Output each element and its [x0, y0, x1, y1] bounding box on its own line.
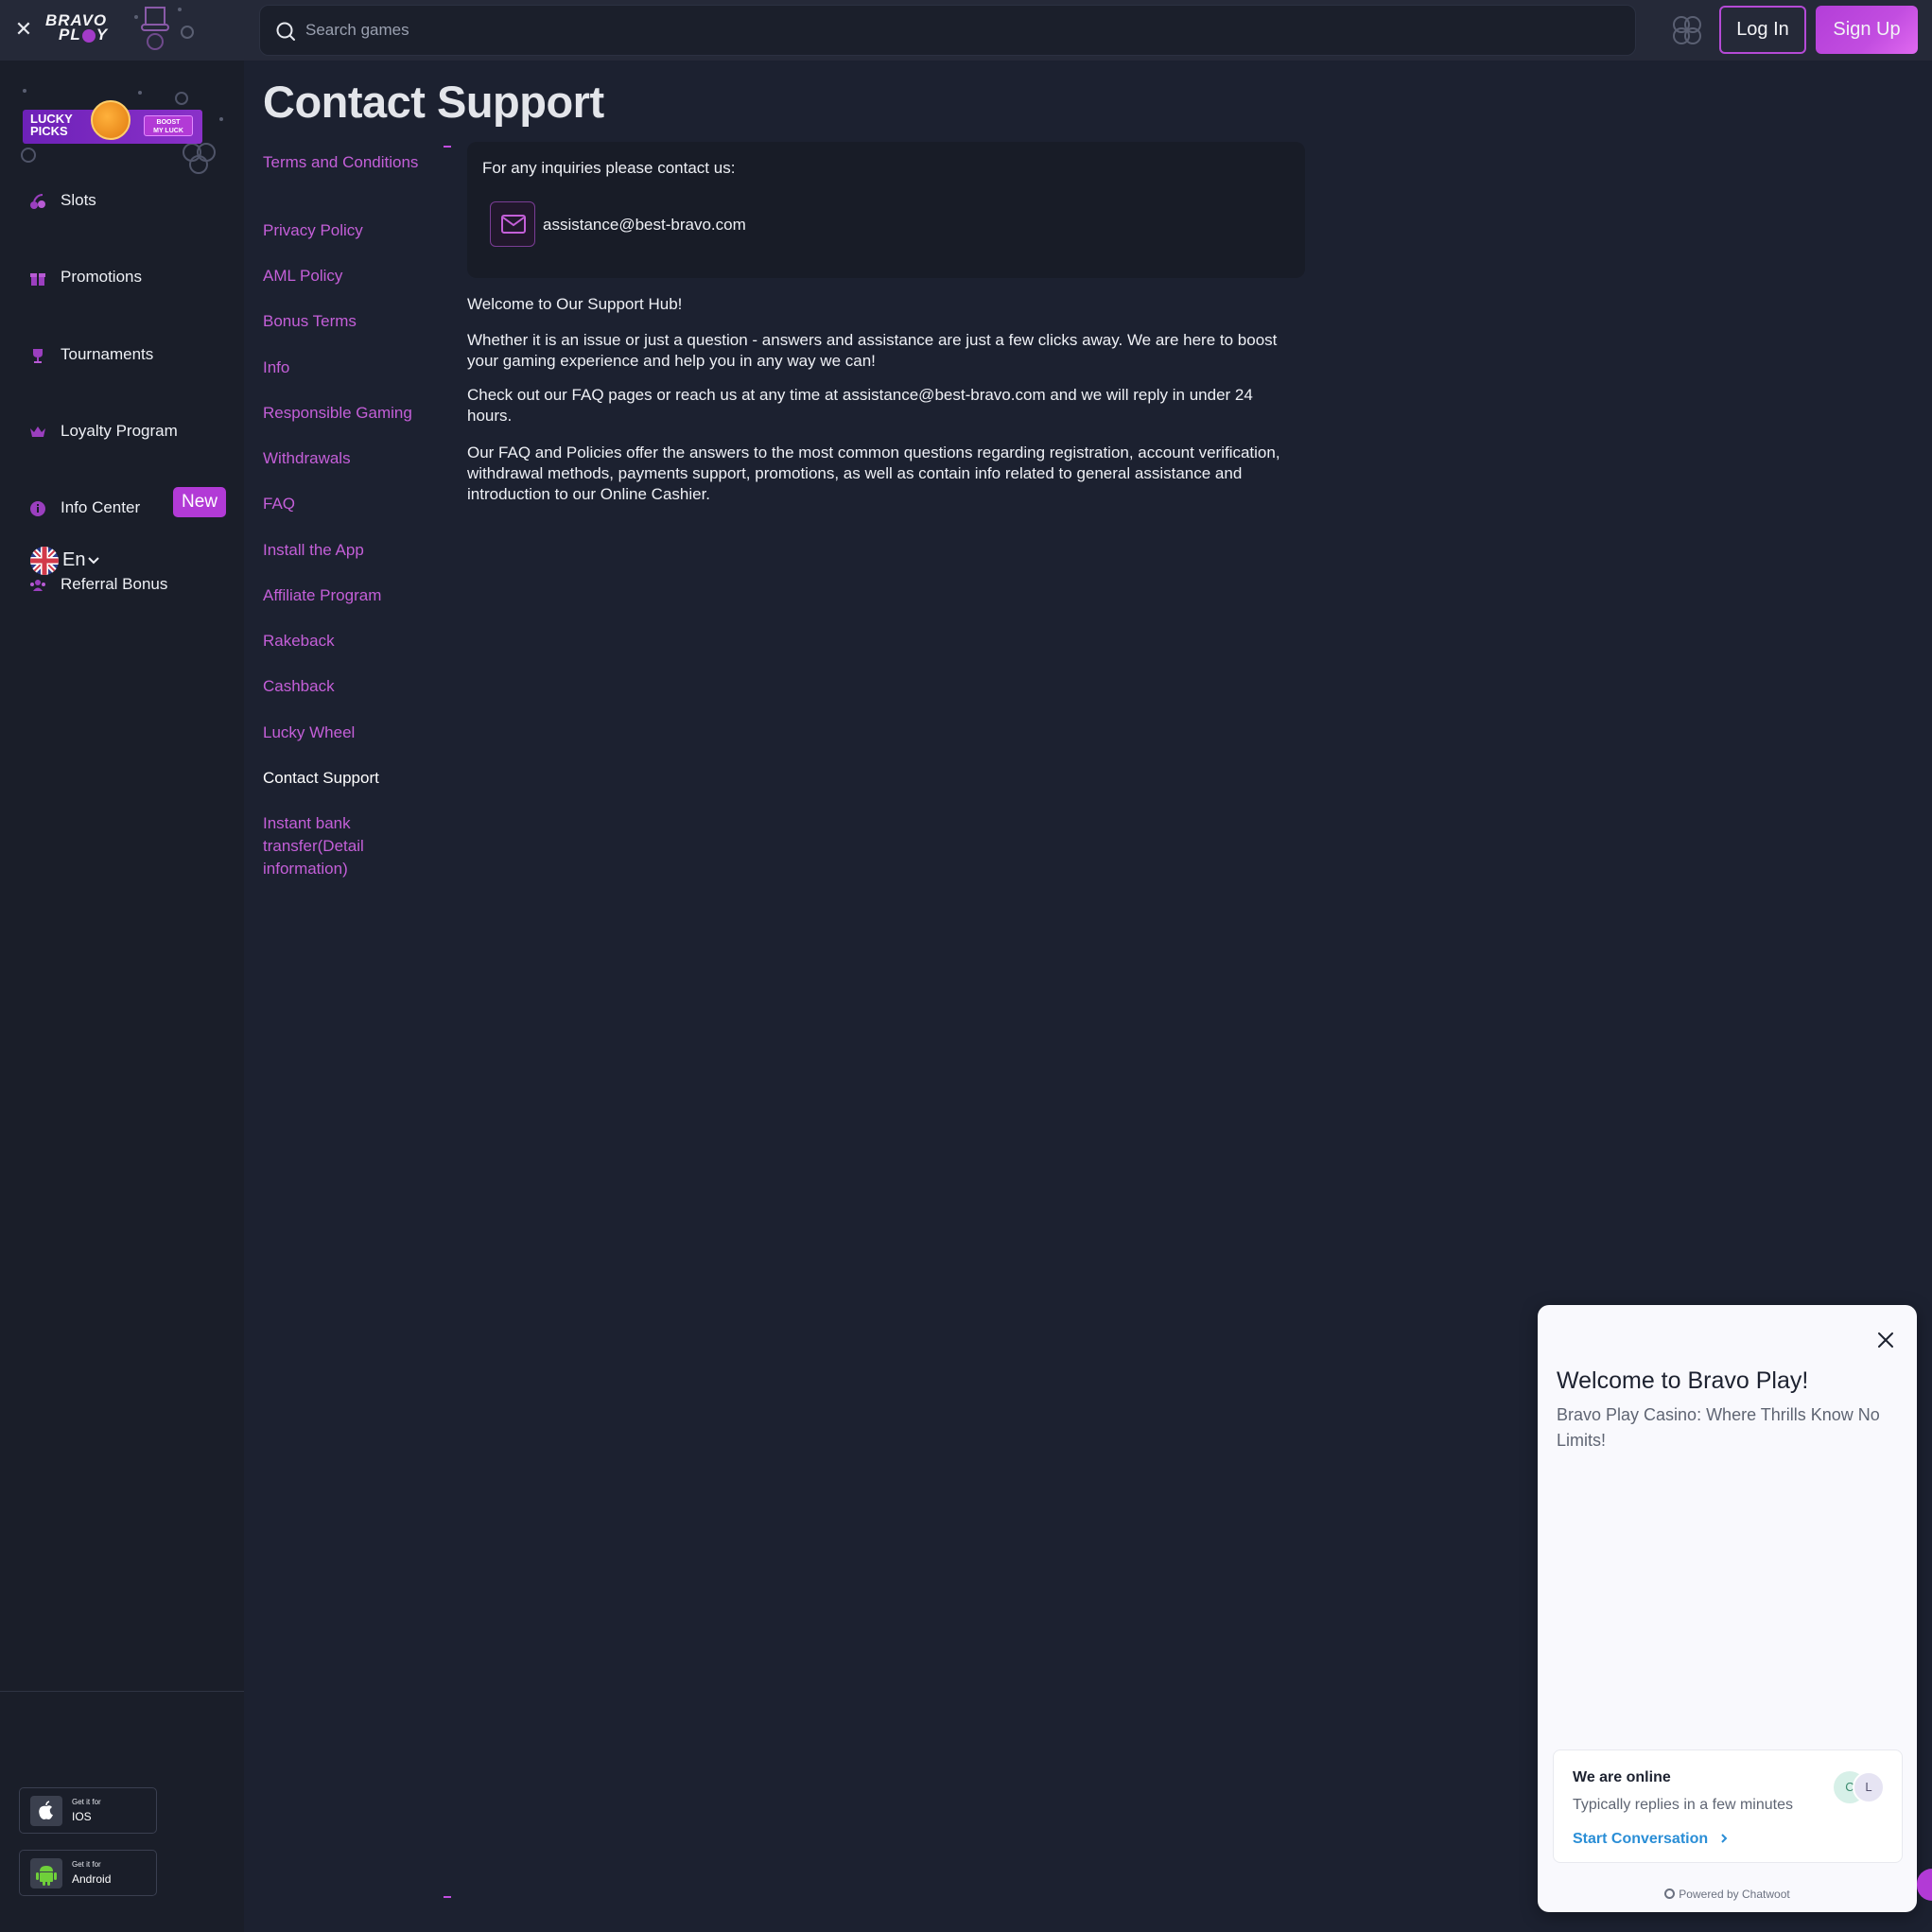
chevron-down-icon [88, 557, 99, 565]
online-status-subtitle: Typically replies in a few minutes [1573, 1797, 1793, 1813]
logo-line2-a: PL [59, 26, 81, 44]
language-label: En [62, 549, 86, 570]
chatwoot-logo-icon [1664, 1888, 1676, 1899]
sidebar-item-slots[interactable]: Slots [0, 178, 244, 225]
powered-by-label: Powered by Chatwoot [1679, 1888, 1790, 1901]
sidebar: LUCKY PICKS BOOST MY LUCK Slots Promotio… [0, 61, 244, 1932]
contact-email-link[interactable]: assistance@best-bravo.com [543, 216, 746, 235]
store-big-label: IOS [72, 1810, 92, 1823]
store-small-label: Get it for [72, 1798, 101, 1806]
policy-link-bonus-terms[interactable]: Bonus Terms [263, 310, 433, 333]
trophy-icon [33, 349, 43, 363]
sidebar-divider [0, 1691, 244, 1692]
policy-link-withdrawals[interactable]: Withdrawals [263, 447, 433, 470]
gift-icon [30, 273, 45, 286]
sidebar-item-label: Tournaments [61, 345, 154, 363]
sidebar-item-label: Referral Bonus [61, 575, 168, 593]
start-conversation-button[interactable]: Start Conversation [1573, 1831, 1730, 1848]
sidebar-item-label: Slots [61, 191, 96, 209]
android-icon [30, 1858, 62, 1888]
lucky-picks-banner[interactable]: LUCKY PICKS BOOST MY LUCK [8, 72, 235, 176]
policy-link-privacy[interactable]: Privacy Policy [263, 219, 433, 242]
scroll-marker-bottom [444, 1896, 451, 1898]
mail-icon-box [490, 201, 535, 247]
sidebar-item-promotions[interactable]: Promotions [0, 254, 244, 302]
sidebar-item-tournaments[interactable]: Tournaments [0, 332, 244, 379]
boost-my-luck-button[interactable]: BOOST MY LUCK [144, 115, 193, 136]
contact-intro: For any inquiries please contact us: [482, 159, 736, 177]
policy-link-aml[interactable]: AML Policy [263, 265, 433, 287]
boost-line1: BOOST [156, 119, 181, 126]
chat-subtitle: Bravo Play Casino: Where Thrills Know No… [1557, 1405, 1880, 1450]
android-app-button[interactable]: Get it for Android [19, 1850, 157, 1896]
store-big-label: Android [72, 1872, 112, 1886]
policy-link-cashback[interactable]: Cashback [263, 675, 433, 698]
new-badge: New [173, 487, 226, 517]
start-conversation-label: Start Conversation [1573, 1831, 1709, 1847]
play-dot-icon [81, 28, 96, 43]
agent-avatar: L [1853, 1771, 1885, 1803]
sidebar-item-loyalty[interactable]: Loyalty Program [0, 409, 244, 456]
login-button[interactable]: Log In [1719, 6, 1806, 54]
cherry-icon [30, 194, 45, 209]
sidebar-item-label: Promotions [61, 268, 142, 286]
lucky-picks-title: LUCKY PICKS [30, 113, 89, 141]
chat-launcher-button[interactable] [1917, 1869, 1932, 1901]
support-hub-heading: Welcome to Our Support Hub! [467, 295, 683, 313]
policy-link-lucky-wheel[interactable]: Lucky Wheel [263, 722, 433, 744]
crown-icon [30, 426, 45, 437]
lucky-title-line2: PICKS [30, 124, 68, 138]
support-paragraph-1: Whether it is an issue or just a questio… [467, 331, 1278, 370]
powered-by-chatwoot[interactable]: Powered by Chatwoot [1538, 1888, 1917, 1901]
support-paragraph-3: Our FAQ and Policies offer the answers t… [467, 444, 1280, 503]
contact-card: For any inquiries please contact us: ass… [467, 142, 1305, 278]
logo-line2-b: Y [96, 26, 109, 44]
signup-button[interactable]: Sign Up [1816, 6, 1918, 54]
policy-link-install-app[interactable]: Install the App [263, 539, 433, 562]
chat-online-card: We are online Typically replies in a few… [1553, 1749, 1903, 1863]
policy-link-faq[interactable]: FAQ [263, 493, 433, 515]
language-selector[interactable]: En [30, 547, 106, 575]
chat-widget: Welcome to Bravo Play! Bravo Play Casino… [1538, 1305, 1917, 1912]
page-title: Contact Support [263, 77, 604, 127]
ios-app-button[interactable]: Get it for IOS [19, 1787, 157, 1834]
policy-link-responsible-gaming[interactable]: Responsible Gaming [263, 402, 433, 425]
users-icon [30, 580, 45, 591]
close-menu-icon[interactable]: ✕ [13, 19, 34, 40]
close-icon[interactable] [1874, 1329, 1897, 1351]
online-status-title: We are online [1573, 1769, 1671, 1785]
chat-title: Welcome to Bravo Play! [1557, 1367, 1809, 1394]
policy-link-info[interactable]: Info [263, 357, 433, 379]
store-small-label: Get it for [72, 1860, 101, 1869]
search-icon [276, 22, 295, 41]
mail-icon [501, 215, 526, 234]
apple-icon [30, 1796, 62, 1826]
info-icon [30, 501, 45, 516]
policy-link-instant-bank-transfer[interactable]: Instant bank transfer(Detail information… [263, 812, 433, 880]
chevron-right-icon [1720, 1834, 1728, 1843]
support-paragraph-2: Check out our FAQ pages or reach us at a… [467, 386, 1253, 425]
policy-link-terms[interactable]: Terms and Conditions [263, 151, 433, 174]
top-bar: ✕ BRAVO PLY Log In Sign Up [0, 0, 1932, 61]
sidebar-item-label: Loyalty Program [61, 422, 178, 440]
search-bar[interactable] [259, 5, 1636, 56]
policy-link-rakeback[interactable]: Rakeback [263, 630, 433, 653]
bravo-play-logo[interactable]: BRAVO PL Y [45, 12, 123, 45]
lucky-coin-icon [91, 100, 131, 140]
uk-flag-icon [30, 547, 59, 575]
scroll-marker-top [444, 146, 451, 148]
leprechaun-hat-icon [134, 7, 194, 50]
boost-line2: MY LUCK [153, 128, 183, 134]
policy-link-contact-support[interactable]: Contact Support [263, 767, 433, 790]
policy-link-affiliate[interactable]: Affiliate Program [263, 584, 433, 607]
sidebar-item-label: Info Center [61, 498, 141, 516]
clover-icon [1673, 16, 1701, 44]
search-input[interactable] [305, 6, 1620, 55]
